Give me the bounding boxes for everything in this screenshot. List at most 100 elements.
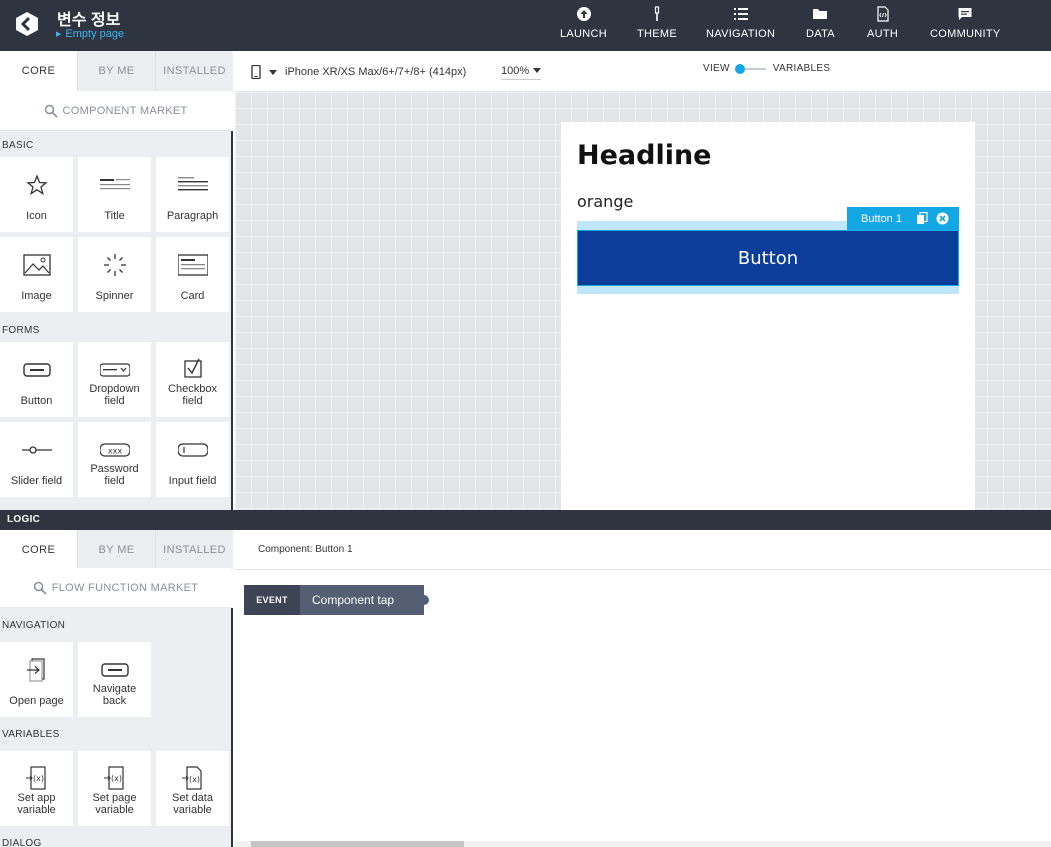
market-label: COMPONENT MARKET	[62, 104, 188, 117]
nav-navigation[interactable]: NAVIGATION	[706, 6, 775, 40]
section-basic: BASIC	[2, 140, 34, 151]
star-icon	[0, 171, 73, 199]
component-market-button[interactable]: COMPONENT MARKET	[0, 91, 231, 131]
dropdown-icon	[78, 356, 151, 384]
component-password[interactable]: xxx Password field	[78, 422, 151, 497]
selected-name: Button 1	[861, 212, 902, 225]
tile-label: Card	[180, 290, 205, 302]
tab-installed[interactable]: INSTALLED	[155, 530, 233, 570]
open-page-icon	[0, 656, 73, 684]
input-icon	[156, 436, 229, 464]
horizontal-scrollbar[interactable]	[235, 841, 1051, 847]
tab-core[interactable]: CORE	[0, 51, 77, 91]
market-label: FLOW FUNCTION MARKET	[51, 581, 199, 594]
event-name: Component tap	[300, 585, 429, 615]
launch-icon	[560, 6, 607, 26]
function-set-page-variable[interactable]: (x) Set page variable	[78, 751, 151, 826]
design-canvas[interactable]: Headline orange Button 1 Button	[235, 92, 1051, 510]
tile-label: Button	[20, 395, 53, 407]
tab-by-me[interactable]: BY ME	[77, 530, 155, 570]
component-spinner[interactable]: Spinner	[78, 237, 151, 312]
phone-screen[interactable]: Headline orange Button 1 Button	[561, 122, 975, 510]
search-icon	[33, 581, 47, 595]
chevron-down-icon	[269, 69, 277, 75]
device-selector[interactable]: iPhone XR/XS Max/6+/7+/8+ (414px)	[251, 65, 466, 79]
section-forms: FORMS	[2, 325, 40, 336]
view-variables-toggle[interactable]: VIEW VARIABLES	[703, 63, 830, 74]
nav-auth[interactable]: AUTH	[867, 6, 898, 40]
component-checkbox[interactable]: Checkbox field	[156, 342, 229, 417]
title-icon	[78, 171, 151, 199]
theme-brush-icon	[637, 6, 677, 26]
svg-text:(x): (x)	[33, 774, 44, 783]
tab-installed[interactable]: INSTALLED	[155, 51, 233, 91]
password-icon: xxx	[78, 436, 151, 464]
function-set-data-variable[interactable]: (x) Set data variable	[156, 751, 229, 826]
canvas-button[interactable]: Button	[577, 230, 959, 286]
event-name-label: Component tap	[312, 593, 395, 607]
tile-label: Input field	[168, 475, 217, 487]
navigate-back-icon	[78, 656, 151, 684]
logic-tabs: CORE BY ME INSTALLED	[0, 530, 233, 570]
variables-label: VARIABLES	[772, 63, 831, 74]
nav-community[interactable]: COMMUNITY	[930, 6, 1001, 40]
zoom-selector[interactable]: 100%	[501, 65, 542, 80]
component-input[interactable]: Input field	[156, 422, 229, 497]
function-set-app-variable[interactable]: (x) Set app variable	[0, 751, 73, 826]
set-page-variable-icon: (x)	[78, 765, 151, 793]
nav-label: AUTH	[867, 28, 899, 40]
caret-right-icon: ▶	[56, 31, 62, 38]
scrollbar-thumb[interactable]	[251, 841, 464, 847]
close-icon[interactable]	[936, 212, 949, 225]
tile-label: Paragraph	[166, 210, 219, 222]
component-image[interactable]: Image	[0, 237, 73, 312]
component-title: Component: Button 1	[235, 530, 1051, 570]
component-dropdown[interactable]: Dropdown field	[78, 342, 151, 417]
component-slider[interactable]: Slider field	[0, 422, 73, 497]
app-logo-icon[interactable]	[14, 11, 40, 37]
function-open-page[interactable]: Open page	[0, 642, 73, 717]
component-title[interactable]: Title	[78, 157, 151, 232]
navigation-list-icon	[706, 6, 775, 26]
zoom-value: 100%	[501, 65, 530, 77]
tile-label: Password field	[90, 463, 139, 487]
event-output-connector[interactable]	[419, 595, 429, 605]
nav-label: NAVIGATION	[706, 28, 776, 40]
component-button[interactable]: Button	[0, 342, 73, 417]
tile-label: Dropdown field	[89, 383, 140, 407]
component-icon[interactable]: Icon	[0, 157, 73, 232]
search-icon	[44, 104, 58, 118]
nav-theme[interactable]: THEME	[637, 6, 677, 40]
section-dialog: DIALOG	[2, 838, 42, 847]
tile-label: Set app variable	[17, 792, 56, 816]
top-bar: 변수 정보 ▶ Empty page LAUNCH THEME NAVIGATIO…	[0, 0, 1051, 51]
toggle-knob[interactable]	[734, 63, 745, 74]
auth-file-icon	[867, 6, 898, 26]
canvas-text[interactable]: orange	[577, 192, 633, 211]
tab-by-me[interactable]: BY ME	[77, 51, 155, 91]
section-variables: VARIABLES	[2, 729, 60, 740]
event-node[interactable]: EVENT Component tap	[244, 585, 429, 615]
tab-core[interactable]: CORE	[0, 530, 77, 570]
logic-editor[interactable]: Component: Button 1 EVENT Component tap	[235, 530, 1051, 847]
component-paragraph[interactable]: Paragraph	[156, 157, 229, 232]
copy-icon[interactable]	[916, 212, 929, 225]
tile-label: Icon	[26, 210, 47, 222]
nav-label: COMMUNITY	[930, 28, 1001, 40]
page-selector[interactable]: ▶ Empty page	[56, 28, 124, 40]
paragraph-icon	[156, 171, 229, 199]
nav-label: DATA	[806, 28, 835, 40]
view-label: VIEW	[703, 63, 730, 74]
community-chat-icon	[930, 6, 1001, 26]
canvas-headline[interactable]: Headline	[577, 140, 712, 171]
flow-function-market-button[interactable]: FLOW FUNCTION MARKET	[0, 568, 231, 608]
card-icon	[156, 251, 229, 279]
component-card[interactable]: Card	[156, 237, 229, 312]
logic-bar[interactable]: LOGIC	[0, 510, 1051, 530]
function-navigate-back[interactable]: Navigate back	[78, 642, 151, 717]
svg-text:(x): (x)	[111, 774, 122, 783]
toggle-track[interactable]	[734, 63, 766, 74]
device-label: iPhone XR/XS Max/6+/7+/8+ (414px)	[285, 66, 467, 78]
nav-launch[interactable]: LAUNCH	[560, 6, 607, 40]
nav-data[interactable]: DATA	[806, 6, 835, 40]
